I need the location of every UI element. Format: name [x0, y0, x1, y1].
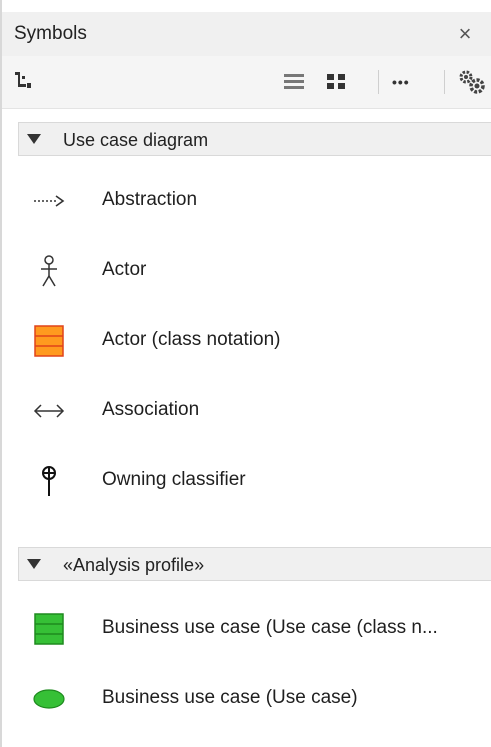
symbol-item-business-use-case-class[interactable]: Business use case (Use case (class n...: [18, 598, 491, 658]
more-options-icon[interactable]: •••: [392, 68, 428, 96]
collapse-triangle-icon[interactable]: [27, 134, 41, 144]
panel-title: Symbols: [14, 23, 87, 44]
symbol-item-actor-class-notation[interactable]: Actor (class notation): [18, 310, 491, 370]
panel-toolbar: •••: [2, 56, 491, 109]
close-icon[interactable]: ×: [451, 20, 479, 48]
stick-figure-icon: [32, 254, 66, 288]
symbol-label: Actor (class notation): [102, 329, 281, 350]
toolbar-separator: [444, 70, 445, 94]
section-header-analysis-profile[interactable]: «Analysis profile»: [18, 547, 491, 581]
symbol-label: Business use case (Use case): [102, 687, 358, 708]
list-view-icon[interactable]: [282, 68, 308, 96]
panel-titlebar: Symbols ×: [2, 12, 491, 57]
green-ellipse-icon: [32, 682, 66, 716]
circle-plus-pin-icon: [32, 464, 66, 498]
symbol-item-association[interactable]: Association: [18, 380, 491, 440]
symbol-item-actor[interactable]: Actor: [18, 240, 491, 300]
tree-view-icon[interactable]: [12, 68, 42, 96]
symbol-label: Association: [102, 399, 200, 420]
symbol-label: Owning classifier: [102, 469, 246, 490]
toolbar-separator: [378, 70, 379, 94]
grid-view-icon[interactable]: [324, 68, 350, 96]
symbol-label: Business use case (Use case (class n...: [102, 617, 438, 638]
dotted-arrow-icon: [32, 184, 66, 218]
section-title: «Analysis profile»: [63, 555, 205, 575]
green-class-box-icon: [32, 612, 66, 646]
symbol-item-business-use-case[interactable]: Business use case (Use case): [18, 668, 491, 728]
symbol-item-owning-classifier[interactable]: Owning classifier: [18, 450, 491, 510]
symbol-label: Abstraction: [102, 189, 198, 210]
double-arrow-icon: [32, 394, 66, 428]
section-title: Use case diagram: [63, 130, 209, 150]
section-header-use-case-diagram[interactable]: Use case diagram: [18, 122, 491, 156]
symbol-label: Actor: [102, 259, 147, 280]
collapse-triangle-icon[interactable]: [27, 559, 41, 569]
settings-gears-icon[interactable]: [457, 68, 489, 96]
orange-class-box-icon: [32, 324, 66, 358]
symbol-item-abstraction[interactable]: Abstraction: [18, 170, 491, 230]
symbols-panel: Symbols × ••• Use case diagram Abstracti…: [0, 0, 491, 747]
